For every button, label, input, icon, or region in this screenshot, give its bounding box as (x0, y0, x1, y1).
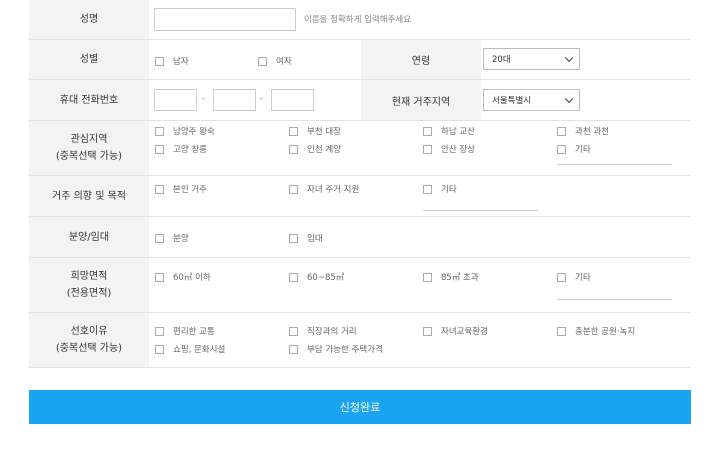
chevron-down-icon (564, 53, 574, 63)
interest-option-other[interactable]: 기타 (557, 143, 591, 155)
submit-button[interactable]: 신청완료 (29, 390, 691, 424)
phone-residence-row: 휴대 전화번호 - - 현재 거주지역 서울특별시 (29, 80, 691, 121)
sale-type-row: 분양/임대 분양 임대 (29, 217, 691, 258)
checkbox-icon (155, 56, 164, 66)
sale-type-label: 분양/임대 (29, 217, 149, 257)
gender-option-female[interactable]: 여자 (258, 55, 292, 67)
checkbox-icon (289, 326, 298, 336)
application-form: 성명 이름을 정확하게 입력해주세요 성별 남자 여자 연령 20대 휴대 전화… (29, 0, 691, 368)
checkbox-icon (557, 126, 566, 136)
residence-select[interactable]: 서울특별시 (483, 89, 580, 111)
reason-option[interactable]: 편리한 교통 (155, 325, 215, 337)
checkbox-icon (557, 144, 566, 154)
checkbox-icon (289, 184, 298, 194)
area-label: 희망면적 (전용면적) (29, 258, 149, 312)
reason-option[interactable]: 부담 가능한 주택가격 (289, 343, 383, 355)
area-option-other[interactable]: 기타 (557, 271, 591, 283)
purpose-option[interactable]: 자녀 주거 지원 (289, 183, 359, 195)
age-select[interactable]: 20대 (483, 48, 580, 70)
reason-option[interactable]: 직장과의 거리 (289, 325, 357, 337)
sale-type-option[interactable]: 임대 (289, 232, 323, 244)
area-option[interactable]: 60㎡ 이하 (155, 271, 211, 283)
checkbox-icon (258, 56, 267, 66)
phone-input-2[interactable] (213, 89, 256, 111)
checkbox-icon (423, 144, 432, 154)
interest-option[interactable]: 과천 과천 (557, 125, 609, 137)
other-text-field[interactable] (557, 164, 672, 165)
gender-label: 성별 (29, 40, 149, 79)
age-label: 연령 (361, 40, 481, 79)
checkbox-icon (289, 344, 298, 354)
checkbox-icon (557, 326, 566, 336)
reason-label: 선호이유 (중복선택 가능) (29, 313, 149, 367)
other-text-field[interactable] (557, 299, 672, 300)
chevron-down-icon (564, 94, 574, 104)
interest-area-row: 관심지역 (중복선택 가능) 남양주 왕숙 부천 대장 하남 교산 과천 과천 고… (29, 121, 691, 176)
name-hint: 이름을 정확하게 입력해주세요 (304, 15, 412, 25)
checkbox-icon (423, 272, 432, 282)
interest-option[interactable]: 고양 창릉 (155, 143, 207, 155)
interest-option[interactable]: 하남 교산 (423, 125, 475, 137)
gender-age-row: 성별 남자 여자 연령 20대 (29, 40, 691, 80)
name-input[interactable] (154, 8, 296, 31)
gender-option-male[interactable]: 남자 (155, 55, 189, 67)
interest-area-label: 관심지역 (중복선택 가능) (29, 121, 149, 175)
reason-option[interactable]: 쇼핑, 문화시설 (155, 343, 225, 355)
phone-label: 휴대 전화번호 (29, 80, 149, 120)
purpose-row: 거주 의향 및 목적 본인 거주 자녀 주거 지원 기타 (29, 176, 691, 217)
checkbox-icon (557, 272, 566, 282)
checkbox-icon (423, 126, 432, 136)
name-row: 성명 이름을 정확하게 입력해주세요 (29, 0, 691, 40)
checkbox-icon (155, 233, 164, 243)
area-row: 희망면적 (전용면적) 60㎡ 이하 60~85㎡ 85㎡ 초과 기타 (29, 258, 691, 313)
checkbox-icon (155, 126, 164, 136)
checkbox-icon (155, 344, 164, 354)
interest-option[interactable]: 인천 계양 (289, 143, 341, 155)
checkbox-icon (289, 272, 298, 282)
interest-option[interactable]: 안산 장상 (423, 143, 475, 155)
reason-row: 선호이유 (중복선택 가능) 편리한 교통 직장과의 거리 자녀교육환경 충분한 … (29, 313, 691, 368)
phone-input-1[interactable] (154, 89, 197, 111)
checkbox-icon (155, 184, 164, 194)
interest-option[interactable]: 남양주 왕숙 (155, 125, 215, 137)
name-label: 성명 (29, 0, 149, 39)
area-option[interactable]: 60~85㎡ (289, 271, 344, 283)
checkbox-icon (155, 272, 164, 282)
checkbox-icon (289, 126, 298, 136)
sale-type-option[interactable]: 분양 (155, 232, 189, 244)
checkbox-icon (155, 326, 164, 336)
other-text-field[interactable] (423, 210, 538, 211)
reason-option[interactable]: 자녀교육환경 (423, 325, 488, 337)
purpose-label: 거주 의향 및 목적 (29, 176, 149, 216)
residence-label: 현재 거주지역 (361, 80, 481, 120)
checkbox-icon (289, 144, 298, 154)
phone-separator: - (260, 94, 264, 104)
phone-separator: - (202, 94, 206, 104)
interest-option[interactable]: 부천 대장 (289, 125, 341, 137)
phone-input-3[interactable] (271, 89, 314, 111)
checkbox-icon (289, 233, 298, 243)
area-option[interactable]: 85㎡ 초과 (423, 271, 479, 283)
checkbox-icon (155, 144, 164, 154)
checkbox-icon (423, 184, 432, 194)
purpose-option-other[interactable]: 기타 (423, 183, 457, 195)
purpose-option[interactable]: 본인 거주 (155, 183, 207, 195)
reason-option[interactable]: 충분한 공원·녹지 (557, 325, 635, 337)
checkbox-icon (423, 326, 432, 336)
